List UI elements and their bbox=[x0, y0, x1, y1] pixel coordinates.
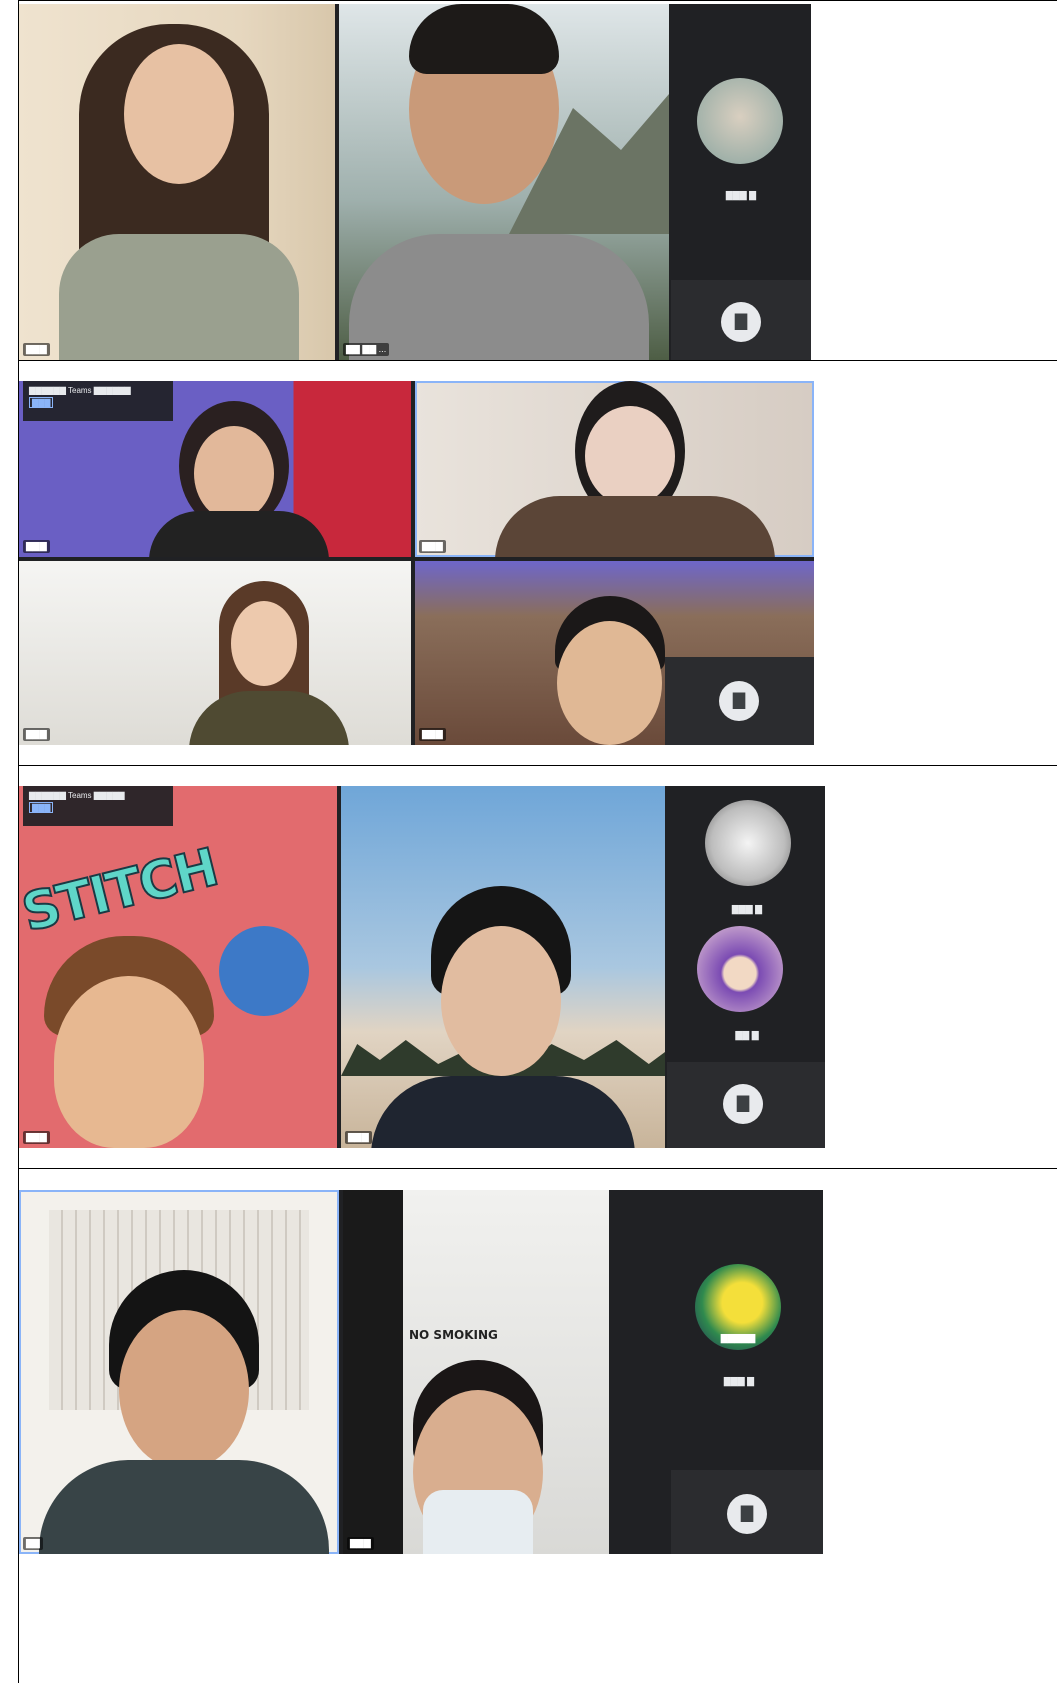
participant-name: ▇▇▇ bbox=[23, 540, 50, 553]
participant-name: ▇▇▇ bbox=[347, 1537, 374, 1550]
more-participants-button[interactable]: ▇ bbox=[727, 1494, 767, 1534]
row-divider-4 bbox=[18, 1168, 1057, 1169]
video-tile[interactable]: ▇▇▇ bbox=[19, 561, 411, 745]
participant-name: ▇▇▇ bbox=[23, 1131, 50, 1144]
video-tile[interactable]: STITCH ▇▇▇ bbox=[19, 786, 337, 1148]
participant-avatar[interactable]: ▇▇▇▇▇ bbox=[695, 1264, 781, 1350]
meeting-screenshot-1: ▇▇▇ ▇▇ ▇▇ ... ▇▇▇ ▇ ▇ bbox=[19, 4, 811, 360]
participant-name: ▇▇▇ bbox=[345, 1131, 372, 1144]
participant-name: ▇▇▇ bbox=[23, 343, 50, 356]
participant-shirt bbox=[59, 234, 299, 360]
video-tile[interactable]: ▇▇▇ bbox=[341, 786, 665, 1148]
meeting-screenshot-4: ▇▇ NO SMOKING ▇▇▇ ▇▇▇▇▇ ▇▇▇ ▇ ▇ bbox=[19, 1190, 823, 1554]
participant-face bbox=[557, 621, 662, 745]
screenshot-table: ▇▇▇ ▇▇ ▇▇ ... ▇▇▇ ▇ ▇ ▇▇▇ ▇▇▇ ▇▇▇ ▇▇▇ ▇ … bbox=[0, 0, 1057, 1683]
participant-face bbox=[441, 926, 561, 1076]
participant-label: ▇▇ ▇ bbox=[735, 1030, 759, 1040]
participant-avatar[interactable] bbox=[697, 926, 783, 1012]
participant-label: ▇▇▇ ▇ bbox=[731, 904, 763, 914]
meeting-notice: ▇▇▇▇▇▇ Teams ▇▇▇▇▇ ▇▇▇ bbox=[23, 786, 173, 826]
participant-hair bbox=[409, 4, 559, 74]
background-text: STITCH bbox=[19, 837, 224, 945]
row-divider-1 bbox=[18, 0, 1057, 1]
row-divider-3 bbox=[18, 765, 1057, 766]
participant-face bbox=[54, 976, 204, 1148]
meeting-screenshot-3: STITCH ▇▇▇ ▇▇▇ ▇▇▇ ▇ ▇▇ ▇ ▇ ▇▇▇▇▇▇ Teams… bbox=[19, 786, 825, 1148]
participant-face bbox=[119, 1310, 249, 1470]
row-divider-2 bbox=[18, 360, 1057, 361]
meeting-notice: ▇▇▇▇▇▇ Teams ▇▇▇▇▇▇ ▇▇▇ bbox=[23, 381, 173, 421]
participant-sidebar: ▇▇▇ ▇ ▇▇ ▇ ▇ bbox=[667, 786, 825, 1148]
more-participants-button[interactable]: ▇ bbox=[721, 302, 761, 342]
notice-tag[interactable]: ▇▇▇ bbox=[29, 397, 54, 408]
notice-text: ▇▇▇▇▇▇ Teams ▇▇▇▇▇ bbox=[29, 791, 125, 800]
more-participants-button[interactable]: ▇ bbox=[723, 1084, 763, 1124]
participant-shirt bbox=[371, 1076, 635, 1148]
participant-shirt bbox=[149, 511, 329, 557]
notice-tag[interactable]: ▇▇▇ bbox=[29, 802, 54, 813]
participant-shirt bbox=[349, 234, 649, 360]
participant-label: ▇▇▇ ▇ bbox=[723, 1376, 755, 1386]
more-participants-button[interactable]: ▇ bbox=[719, 681, 759, 721]
avatar-caption: ▇▇▇▇▇ bbox=[720, 1333, 756, 1343]
participant-name: ▇▇▇ bbox=[419, 540, 446, 553]
video-tile-active-speaker[interactable]: ▇▇ bbox=[19, 1190, 339, 1554]
participant-avatar[interactable] bbox=[697, 78, 783, 164]
participant-face bbox=[194, 426, 274, 521]
participant-name: ▇▇▇ bbox=[419, 728, 446, 741]
participant-name: ▇▇ ▇▇ ... bbox=[343, 343, 390, 356]
face-mask bbox=[423, 1490, 533, 1554]
participant-shirt bbox=[495, 496, 775, 557]
participant-shirt bbox=[189, 691, 349, 745]
participant-face bbox=[231, 601, 297, 686]
participant-face bbox=[124, 44, 234, 184]
video-tile[interactable]: NO SMOKING ▇▇▇ bbox=[343, 1190, 609, 1554]
video-tile-active-speaker[interactable]: ▇▇▇ bbox=[415, 381, 814, 557]
participant-avatar[interactable] bbox=[705, 800, 791, 886]
participant-name: ▇▇ bbox=[23, 1537, 43, 1550]
participant-shirt bbox=[39, 1460, 329, 1554]
participant-sidebar: ▇▇▇▇▇ ▇▇▇ ▇ ▇ bbox=[671, 1190, 823, 1554]
meeting-screenshot-2: ▇▇▇ ▇▇▇ ▇▇▇ ▇▇▇ ▇ ▇▇▇▇▇▇ Teams ▇▇▇▇▇▇ ▇▇… bbox=[19, 381, 814, 745]
participant-face bbox=[585, 406, 675, 506]
notice-text: ▇▇▇▇▇▇ Teams ▇▇▇▇▇▇ bbox=[29, 386, 131, 395]
video-tile[interactable]: ▇▇▇ bbox=[19, 4, 335, 360]
background-character bbox=[219, 926, 309, 1016]
video-tile[interactable]: ▇▇ ▇▇ ... bbox=[339, 4, 669, 360]
participant-name: ▇▇▇ bbox=[23, 728, 50, 741]
participant-sidebar: ▇▇▇ ▇ ▇ bbox=[671, 4, 811, 360]
participant-label: ▇▇▇ ▇ bbox=[725, 190, 757, 200]
